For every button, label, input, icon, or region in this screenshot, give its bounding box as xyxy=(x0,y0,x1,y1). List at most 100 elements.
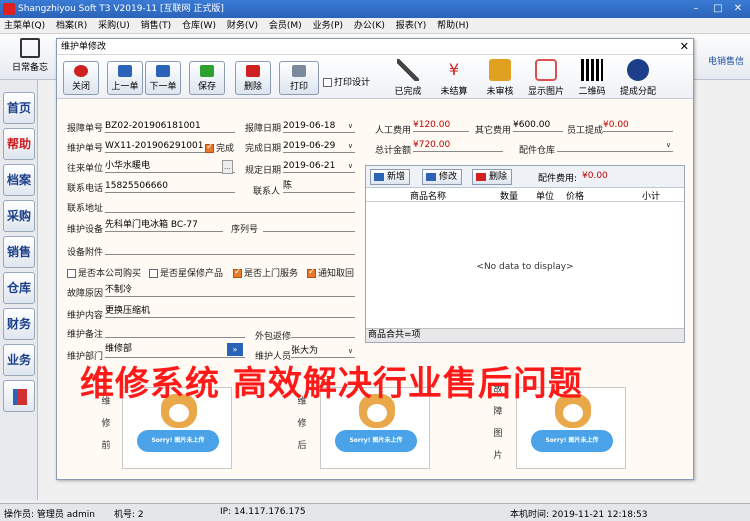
comm-field[interactable]: ¥0.00 xyxy=(603,119,673,132)
menu-main[interactable]: 主菜单(Q) xyxy=(0,18,49,34)
finish-label: 完成 xyxy=(216,144,235,154)
chevron-down-icon[interactable]: ∨ xyxy=(348,160,353,172)
own-purchase-checkbox[interactable]: 是否本公司购买 xyxy=(67,266,141,279)
labor-field[interactable]: ¥120.00 xyxy=(413,119,469,132)
nav-help[interactable]: 帮助 xyxy=(3,128,35,160)
show-image-button[interactable]: 显示图片 xyxy=(523,59,569,97)
other-field[interactable]: ¥600.00 xyxy=(513,119,563,132)
bz-field[interactable]: BZ02-201906181001 xyxy=(105,120,235,133)
yen-icon: ¥ xyxy=(448,60,460,79)
print-button[interactable]: 打印 xyxy=(279,61,319,95)
commission-button[interactable]: 提成分配 xyxy=(615,59,661,97)
menu-sales[interactable]: 销售(T) xyxy=(137,18,176,34)
wh-field[interactable]: ∨ xyxy=(557,139,673,152)
menu-warehouse[interactable]: 仓库(W) xyxy=(178,18,220,34)
notify-checkbox[interactable]: 通知取回 xyxy=(307,266,354,279)
double-arrow-icon[interactable]: » xyxy=(227,343,243,356)
checkbox-box[interactable] xyxy=(323,78,332,87)
next-button[interactable]: 下一单 xyxy=(145,61,181,95)
menu-help[interactable]: 帮助(H) xyxy=(433,18,473,34)
grid-toolbar: 新增 修改 删除 配件费用: ¥0.00 xyxy=(366,166,684,188)
dialog-close-button[interactable]: ✕ xyxy=(680,39,689,55)
menubar: 主菜单(Q) 档案(R) 采购(U) 销售(T) 仓库(W) 财务(V) 会员(… xyxy=(0,18,750,34)
serial-field[interactable] xyxy=(263,219,355,232)
checkbox-checked[interactable] xyxy=(307,267,316,278)
attach-label: 设备附件 xyxy=(67,248,104,258)
save-button[interactable]: 保存 xyxy=(189,61,225,95)
checkbox-box[interactable] xyxy=(149,269,158,278)
bzdate-field[interactable]: 2019-06-18 ∨ xyxy=(283,120,355,133)
chevron-down-icon[interactable]: ∨ xyxy=(666,139,671,151)
note-field[interactable] xyxy=(105,325,245,338)
done-button[interactable]: 已完成 xyxy=(385,59,431,97)
comm-value: ¥0.00 xyxy=(603,120,629,130)
total-value: ¥720.00 xyxy=(413,140,451,150)
eshop-label[interactable]: 电销售信 xyxy=(708,54,744,67)
unaudited-button[interactable]: 未审核 xyxy=(477,59,523,97)
grid-edit-button[interactable]: 修改 xyxy=(422,169,463,185)
save-label: 保存 xyxy=(197,82,216,92)
device-value: 先科单门电冰箱 BC-77 xyxy=(105,220,198,230)
delete-button[interactable]: 删除 xyxy=(235,61,271,95)
fault-field[interactable]: 不制冷 xyxy=(105,284,355,297)
col-unit[interactable]: 单位 xyxy=(536,189,554,202)
menu-member[interactable]: 会员(M) xyxy=(265,18,306,34)
menu-purchase[interactable]: 采购(U) xyxy=(94,18,134,34)
lookup-icon[interactable]: … xyxy=(222,160,233,174)
gddate-field[interactable]: 2019-06-21 ∨ xyxy=(283,160,355,173)
notebook-icon xyxy=(20,38,40,58)
close-button[interactable]: 关闭 xyxy=(63,61,99,95)
nav-archive[interactable]: 档案 xyxy=(3,164,35,196)
col-name[interactable]: 商品名称 xyxy=(410,189,446,202)
menu-business[interactable]: 业务(P) xyxy=(309,18,347,34)
close-window-button[interactable]: ✕ xyxy=(728,2,748,16)
col-qty[interactable]: 数量 xyxy=(500,189,518,202)
daily-memo-button[interactable]: 日常备忘 xyxy=(10,38,50,73)
char: 修 xyxy=(297,419,307,429)
nav-home[interactable]: 首页 xyxy=(3,92,35,124)
nav-business[interactable]: 业务 xyxy=(3,344,35,376)
nav-sales[interactable]: 销售 xyxy=(3,236,35,268)
addr-field[interactable] xyxy=(105,200,355,213)
nav-exit[interactable] xyxy=(3,380,35,412)
warranty-checkbox[interactable]: 是否星保修产品 xyxy=(149,266,223,279)
print-design-label: 打印设计 xyxy=(334,78,371,88)
finish-checkbox[interactable]: 完成 xyxy=(205,141,234,154)
col-price[interactable]: 价格 xyxy=(566,189,584,202)
col-subtotal[interactable]: 小计 xyxy=(642,189,660,202)
total-field[interactable]: ¥720.00 xyxy=(413,139,503,152)
wcdate-field[interactable]: 2019-06-29 ∨ xyxy=(283,140,355,153)
grid-delete-button[interactable]: 删除 xyxy=(472,169,513,185)
tel-field[interactable]: 15825506660 xyxy=(105,180,235,193)
bzdate-label: 报障日期 xyxy=(245,124,282,134)
maximize-button[interactable]: □ xyxy=(708,2,728,16)
chevron-down-icon[interactable]: ∨ xyxy=(348,120,353,132)
chevron-down-icon[interactable]: ∨ xyxy=(348,140,353,152)
grid-add-button[interactable]: 新增 xyxy=(370,169,411,185)
menu-archive[interactable]: 档案(R) xyxy=(52,18,91,34)
print-design-checkbox[interactable]: 打印设计 xyxy=(323,75,370,88)
nav-warehouse[interactable]: 仓库 xyxy=(3,272,35,304)
prev-button[interactable]: 上一单 xyxy=(107,61,143,95)
delete-label: 删除 xyxy=(243,82,262,92)
onsite-checkbox[interactable]: 是否上门服务 xyxy=(233,266,298,279)
contact-field[interactable]: 陈 xyxy=(283,180,355,193)
menu-finance[interactable]: 财务(V) xyxy=(223,18,262,34)
menu-office[interactable]: 办公(K) xyxy=(350,18,389,34)
checkbox-checked[interactable] xyxy=(205,142,214,153)
attach-field[interactable] xyxy=(105,242,355,255)
minimize-button[interactable]: – xyxy=(686,2,706,16)
fault-value: 不制冷 xyxy=(105,285,133,295)
checkbox-box[interactable] xyxy=(67,269,76,278)
content-field[interactable]: 更换压缩机 xyxy=(105,305,355,318)
menu-report[interactable]: 报表(Y) xyxy=(392,18,431,34)
nav-finance[interactable]: 财务 xyxy=(3,308,35,340)
device-field[interactable]: 先科单门电冰箱 BC-77 xyxy=(105,219,223,232)
wx-field[interactable]: WX11-201906291001 xyxy=(105,140,205,153)
nav-purchase[interactable]: 采购 xyxy=(3,200,35,232)
checkbox-checked[interactable] xyxy=(233,267,242,278)
outrepair-field[interactable] xyxy=(291,325,355,338)
unpaid-button[interactable]: ¥ 未结算 xyxy=(431,59,477,97)
qrcode-button[interactable]: 二维码 xyxy=(569,59,615,97)
unit-field[interactable]: 小华水暖电… xyxy=(105,160,235,174)
